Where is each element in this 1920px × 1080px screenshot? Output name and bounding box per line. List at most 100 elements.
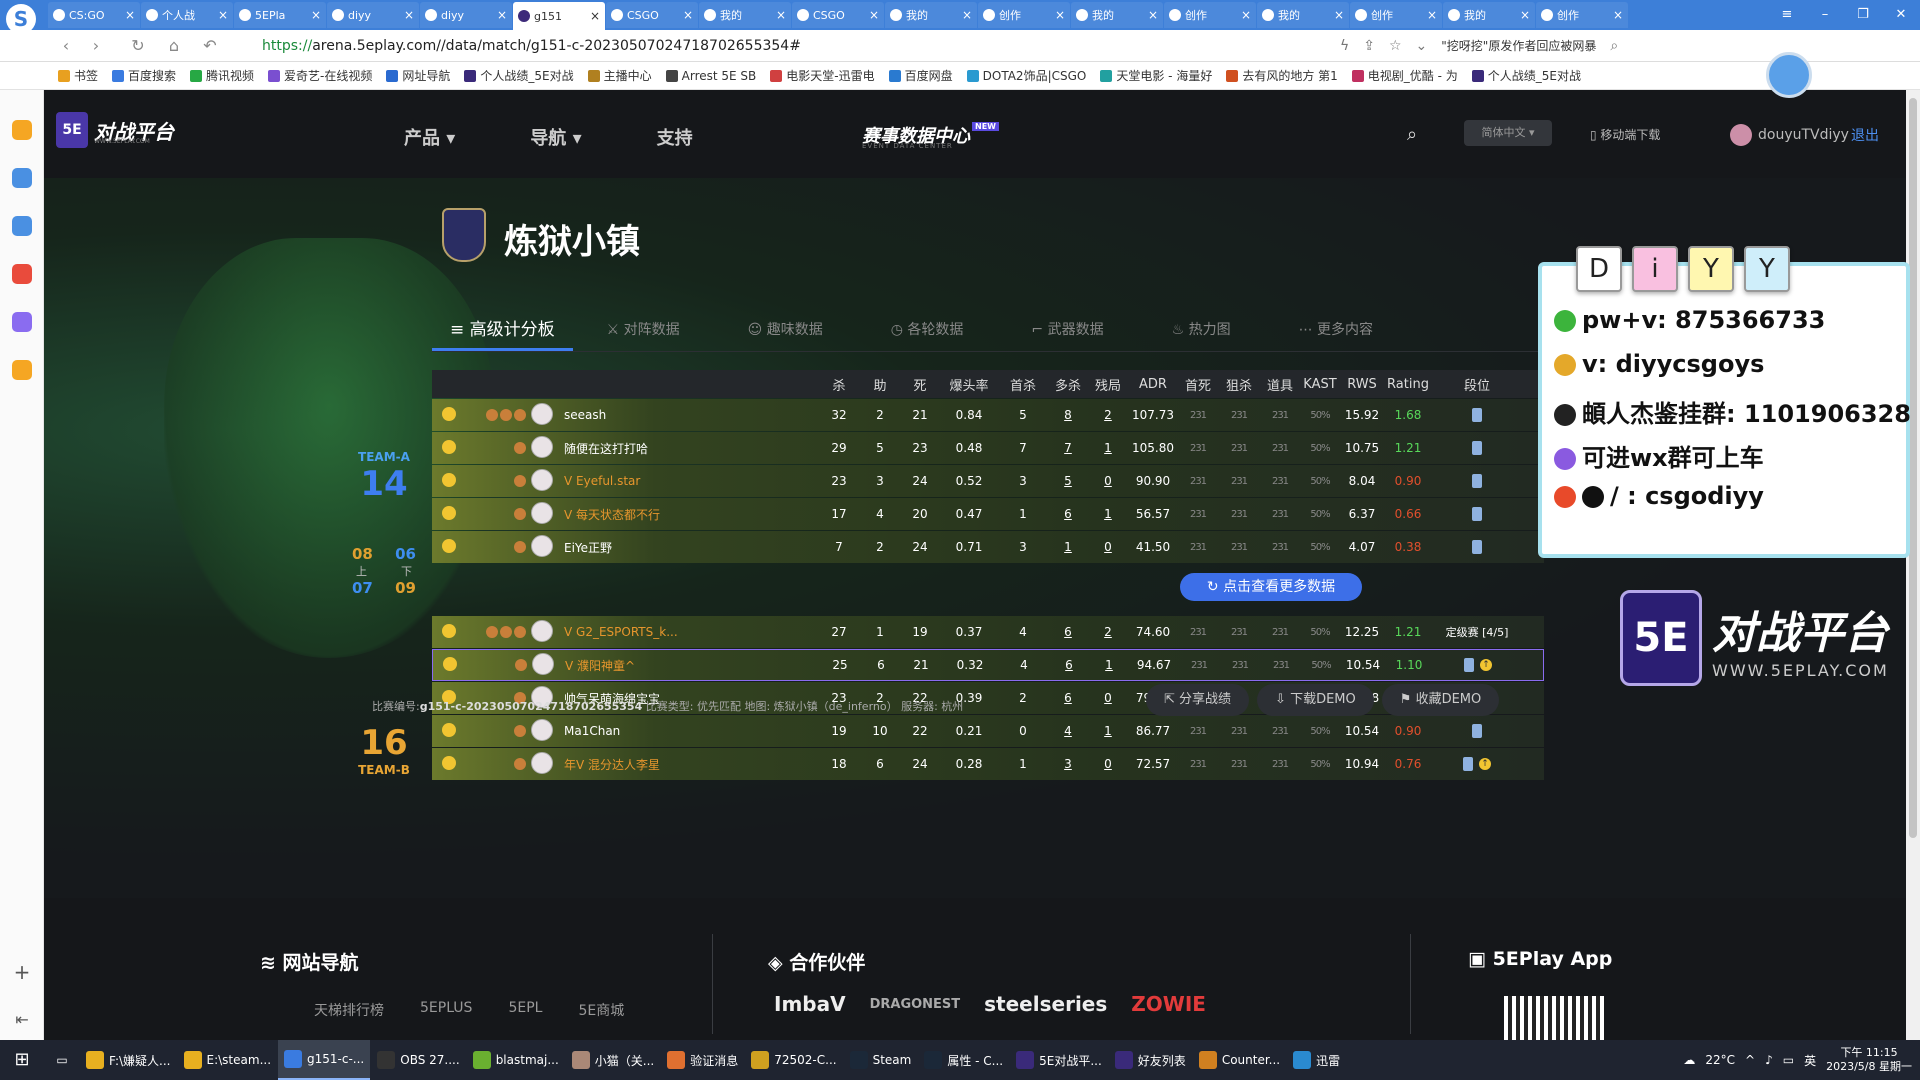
column-header[interactable]: 残局 [1088, 375, 1128, 394]
avatar[interactable] [526, 501, 558, 527]
player-row[interactable]: V 每天状态都不行 17 4 20 0.47 1 6 1 56.57 231 231 231 50% 6.… [432, 498, 1544, 530]
avatar[interactable] [526, 718, 558, 744]
browser-tab[interactable]: 创作 × [978, 2, 1070, 28]
player-name[interactable]: V 每天状态都不行 [558, 506, 818, 523]
browser-tab[interactable]: 我的 × [699, 2, 791, 28]
ime-indicator[interactable]: 英 [1804, 1052, 1816, 1069]
bookmark-item[interactable]: 腾讯视频 [190, 67, 254, 84]
footer-link-ladder[interactable]: 天梯排行榜 [314, 1000, 384, 1020]
player-name[interactable]: V G2_ESPORTS_k... [558, 625, 818, 639]
avatar[interactable] [526, 402, 558, 428]
language-select[interactable]: 简体中文 ▾ [1464, 120, 1552, 146]
taskbar-item[interactable]: 好友列表 [1109, 1040, 1192, 1080]
tab-stats-1[interactable]: ⚔ 对阵数据 [573, 308, 714, 351]
tab-close-icon[interactable]: × [404, 8, 414, 22]
task-view-icon[interactable]: ▭ [44, 1053, 80, 1067]
browser-tab[interactable]: CSGO × [792, 2, 884, 28]
rank-cell[interactable] [1432, 540, 1522, 554]
collapse-icon[interactable]: ⇤ [12, 1010, 32, 1030]
more-data-button[interactable]: ↻ 点击查看更多数据 [1180, 573, 1362, 601]
close-window-button[interactable]: ✕ [1882, 0, 1920, 30]
taskbar-item[interactable]: 属性 - C... [918, 1040, 1009, 1080]
rank-cell[interactable] [1432, 441, 1522, 455]
partner-zowie-logo[interactable]: ZOWIE [1131, 992, 1206, 1016]
tab-stats-2[interactable]: ☺ 趣味数据 [714, 308, 857, 351]
taskbar-item[interactable]: Steam [844, 1040, 918, 1080]
browser-tab[interactable]: 我的 × [1443, 2, 1535, 28]
home-icon[interactable]: ⌂ [164, 36, 184, 56]
clock[interactable]: 下午 11:15 2023/5/8 星期一 [1826, 1046, 1912, 1074]
pdf-icon[interactable] [12, 264, 32, 284]
taskbar-item[interactable]: blastmaj... [467, 1040, 565, 1080]
reload-icon[interactable]: ↻ [128, 36, 148, 56]
rank-cell[interactable] [1432, 507, 1522, 521]
rank-cell[interactable] [1432, 408, 1522, 422]
rank-cell[interactable] [1432, 474, 1522, 488]
browser-tab[interactable]: g151 × [513, 2, 605, 30]
player-name[interactable]: Ma1Chan [558, 724, 818, 738]
chevron-down-icon[interactable]: ⌄ [1416, 38, 1428, 54]
column-header[interactable]: KAST [1300, 377, 1340, 392]
player-row[interactable]: V 濮阳神童^ 25 6 21 0.32 4 6 1 94.67 231 231 231 50% 10.5… [432, 649, 1544, 681]
bookmark-item[interactable]: 主播中心 [587, 67, 652, 84]
history-icon[interactable] [12, 168, 32, 188]
column-header[interactable]: 首死 [1178, 375, 1218, 394]
logout-link[interactable]: 退出 [1851, 125, 1879, 145]
column-header[interactable]: 首杀 [998, 375, 1048, 394]
tab-close-icon[interactable]: × [776, 8, 786, 22]
volume-icon[interactable]: ♪ [1765, 1053, 1773, 1067]
taskbar-item[interactable]: 72502-C... [745, 1040, 842, 1080]
column-header[interactable]: RWS [1340, 377, 1384, 392]
player-row[interactable]: 年V 混分达人李星 18 6 24 0.28 1 3 0 72.57 231 231 231 50% 10… [432, 748, 1544, 780]
favorites-icon[interactable] [12, 120, 32, 140]
browser-tab[interactable]: CS:GO × [48, 2, 140, 28]
footer-link-shop[interactable]: 5E商城 [578, 1000, 624, 1020]
avatar[interactable] [526, 468, 558, 494]
tab-stats-0[interactable]: ≡ 高级计分板 [432, 308, 573, 351]
avatar[interactable] [526, 534, 558, 560]
bookmark-item[interactable]: 电视剧_优酷 - 为 [1351, 67, 1458, 84]
avatar[interactable] [526, 751, 558, 777]
browser-tab[interactable]: 我的 × [1257, 2, 1349, 28]
player-row[interactable]: Ma1Chan 19 10 22 0.21 0 4 1 86.77 231 231 231 50% 10.… [432, 715, 1544, 747]
column-header[interactable]: 道具 [1260, 375, 1300, 394]
minimize-button[interactable]: – [1806, 0, 1844, 30]
site-logo[interactable]: 5E 对战平台 WWW.5EPLAY.COM [56, 112, 174, 148]
bookmark-item[interactable]: 个人战绩_5E对战 [464, 67, 574, 84]
site-search-icon[interactable]: ⌕ [1407, 124, 1417, 145]
browser-tab[interactable]: 创作 × [1164, 2, 1256, 28]
favorite-demo-button[interactable]: ⚑ 收藏DEMO [1381, 684, 1500, 716]
browser-tab[interactable]: diyy × [420, 2, 512, 28]
url-input[interactable]: https://arena.5eplay.com//data/match/g15… [262, 38, 801, 54]
player-name[interactable]: EiYe正野 [558, 539, 818, 556]
column-header[interactable]: 多杀 [1048, 375, 1088, 394]
tab-stats-4[interactable]: ⌐ 武器数据 [997, 308, 1137, 351]
column-header[interactable]: 死 [900, 375, 940, 394]
tab-close-icon[interactable]: × [1520, 8, 1530, 22]
column-header[interactable]: 爆头率 [940, 375, 998, 394]
bookmark-item[interactable]: 去有风的地方 第1 [1226, 67, 1338, 84]
footer-link-5eplus[interactable]: 5EPLUS [420, 1000, 472, 1020]
player-name[interactable]: V Eyeful.star [558, 474, 818, 488]
bookmark-item[interactable]: Arrest 5E SB [665, 69, 756, 83]
tab-close-icon[interactable]: × [1427, 8, 1437, 22]
browser-tab[interactable]: 创作 × [1350, 2, 1442, 28]
rank-cell[interactable] [1432, 724, 1522, 738]
restore-button[interactable]: ❐ [1844, 0, 1882, 30]
menu-icon[interactable]: ≡ [1768, 0, 1806, 30]
player-row[interactable]: EiYe正野 7 2 24 0.71 3 1 0 41.50 231 231 231 50% 4.07 0.… [432, 531, 1544, 563]
tab-close-icon[interactable]: × [1334, 8, 1344, 22]
tab-close-icon[interactable]: × [311, 8, 321, 22]
share-stats-button[interactable]: ⇱ 分享战绩 [1146, 684, 1250, 716]
page-scrollbar[interactable] [1906, 90, 1920, 1040]
scrollbar-thumb[interactable] [1909, 98, 1917, 838]
taskbar-item[interactable]: 小猫（关... [566, 1040, 660, 1080]
tab-close-icon[interactable]: × [590, 9, 600, 23]
tab-stats-5[interactable]: ♨ 热力图 [1138, 308, 1265, 351]
cloud-icon[interactable] [12, 216, 32, 236]
bookmark-item[interactable]: 百度网盘 [888, 67, 953, 84]
browser-tab[interactable]: 我的 × [885, 2, 977, 28]
player-row[interactable]: V G2_ESPORTS_k... 27 1 19 0.37 4 6 2 74.60 231 231… [432, 616, 1544, 648]
column-header[interactable]: 杀 [818, 375, 860, 394]
partner-steelseries-logo[interactable]: steelseries [984, 992, 1107, 1016]
